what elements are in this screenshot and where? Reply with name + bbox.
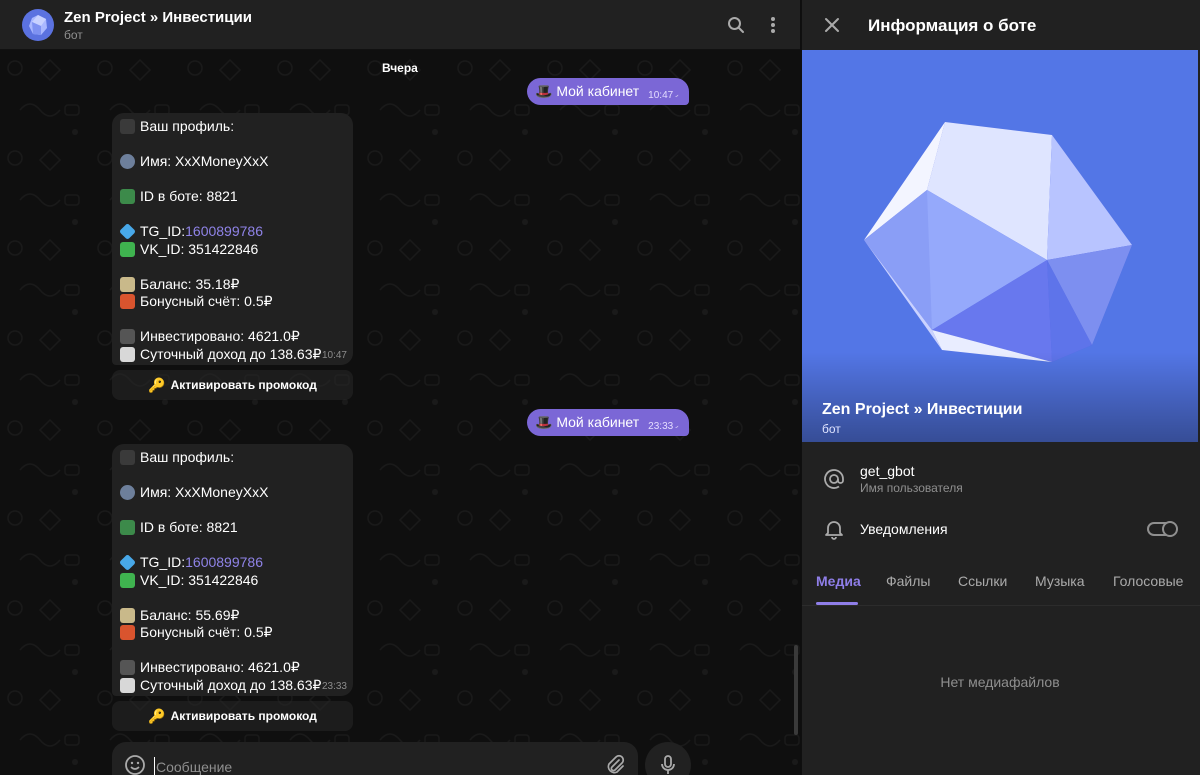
- activate-promo-button[interactable]: 🔑 Активировать промокод: [112, 370, 353, 400]
- telegram-window: Zen Project » Инвестиции бот Вчера 🎩 Мой…: [0, 0, 1200, 775]
- active-tab-indicator: [816, 602, 858, 605]
- message-line: Бонусный счёт: 0.5₽: [120, 293, 346, 311]
- username-row[interactable]: get_gbot Имя пользователя: [802, 455, 1200, 503]
- message-input[interactable]: [154, 757, 584, 775]
- message-text: 🎩 Мой кабинет: [535, 414, 640, 430]
- bell-icon: [822, 517, 846, 541]
- message-time: 10:47: [648, 90, 674, 101]
- message-line: TG_ID: 1600899786: [119, 223, 346, 241]
- message-time: 10:47: [321, 350, 347, 361]
- close-icon: [825, 18, 839, 32]
- notifications-row[interactable]: Уведомления: [802, 505, 1200, 553]
- media-tabs: Медиа Файлы Ссылки Музыка Голосовые: [802, 562, 1200, 606]
- activate-promo-button[interactable]: 🔑 Активировать промокод: [112, 701, 353, 731]
- message-line: ID в боте: 8821: [120, 188, 346, 206]
- message-line: Ваш профиль:: [120, 449, 346, 467]
- double-check-icon: [675, 425, 679, 428]
- double-check-icon: [675, 94, 679, 97]
- profile-message: Ваш профиль: Имя: XxXMoneyXxX ID в боте:…: [112, 113, 353, 365]
- username-value: get_gbot: [860, 463, 915, 479]
- chat-header: Zen Project » Инвестиции бот: [0, 0, 800, 50]
- tab-files[interactable]: Файлы: [886, 573, 930, 589]
- bot-avatar[interactable]: [22, 9, 54, 41]
- more-vertical-icon: [771, 17, 775, 33]
- panel-header: Информация о боте: [802, 0, 1200, 50]
- bot-info-panel: Информация о боте Zen Project » Инвестиц…: [801, 0, 1200, 775]
- profile-name: Zen Project » Инвестиции: [822, 401, 1023, 418]
- search-icon: [728, 17, 744, 33]
- message-line: Суточный доход до 138.63₽: [120, 346, 346, 364]
- message-composer: [112, 742, 638, 775]
- bot-profile-photo[interactable]: Zen Project » Инвестиции бот: [802, 50, 1198, 442]
- chat-subtitle: бот: [64, 28, 83, 42]
- microphone-icon: [661, 755, 675, 774]
- message-line: Имя: XxXMoneyXxX: [120, 484, 346, 502]
- key-icon: 🔑: [148, 707, 166, 724]
- more-button[interactable]: [760, 12, 786, 38]
- tab-links[interactable]: Ссылки: [958, 573, 1007, 589]
- message-time: 23:33: [321, 681, 347, 692]
- key-icon: 🔑: [148, 376, 166, 393]
- paperclip-icon[interactable]: [604, 754, 626, 775]
- empty-media-text: Нет медиафайлов: [940, 674, 1060, 690]
- message-line: Имя: XxXMoneyXxX: [120, 153, 346, 171]
- tab-music[interactable]: Музыка: [1035, 573, 1085, 589]
- chat-title[interactable]: Zen Project » Инвестиции: [64, 9, 252, 26]
- message-line: TG_ID: 1600899786: [119, 554, 346, 572]
- chat-area: Zen Project » Инвестиции бот Вчера 🎩 Мой…: [0, 0, 800, 775]
- message-line: Бонусный счёт: 0.5₽: [120, 624, 346, 642]
- message-line: VK_ID: 351422846: [120, 572, 346, 590]
- tg-id-link[interactable]: 1600899786: [185, 223, 263, 241]
- notifications-toggle[interactable]: [1147, 521, 1178, 537]
- search-button[interactable]: [723, 12, 749, 38]
- profile-message: Ваш профиль: Имя: XxXMoneyXxX ID в боте:…: [112, 444, 353, 696]
- message-line: Суточный доход до 138.63₽: [120, 677, 346, 695]
- outgoing-message[interactable]: 🎩 Мой кабинет 10:47: [527, 78, 689, 105]
- tg-id-link[interactable]: 1600899786: [185, 554, 263, 572]
- chat-scrollbar[interactable]: [794, 645, 798, 735]
- date-separator: Вчера: [382, 61, 418, 75]
- panel-title: Информация о боте: [868, 16, 1037, 35]
- message-text: 🎩 Мой кабинет: [535, 83, 640, 99]
- notifications-label: Уведомления: [860, 521, 948, 537]
- outgoing-message[interactable]: 🎩 Мой кабинет 23:33: [527, 409, 689, 436]
- message-line: Ваш профиль:: [120, 118, 346, 136]
- message-line: Баланс: 35.18₽: [120, 276, 346, 294]
- close-panel-button[interactable]: [820, 13, 844, 37]
- tab-media[interactable]: Медиа: [816, 573, 861, 589]
- username-label: Имя пользователя: [860, 481, 963, 495]
- message-line: Инвестировано: 4621.0₽: [120, 328, 346, 346]
- smile-icon[interactable]: [124, 754, 146, 775]
- message-line: Инвестировано: 4621.0₽: [120, 659, 346, 677]
- message-line: VK_ID: 351422846: [120, 241, 346, 259]
- tab-voice[interactable]: Голосовые: [1113, 573, 1183, 589]
- message-time: 23:33: [648, 421, 674, 432]
- message-line: ID в боте: 8821: [120, 519, 346, 537]
- profile-subtitle: бот: [822, 422, 841, 436]
- message-line: Баланс: 55.69₽: [120, 607, 346, 625]
- at-icon: [822, 467, 846, 491]
